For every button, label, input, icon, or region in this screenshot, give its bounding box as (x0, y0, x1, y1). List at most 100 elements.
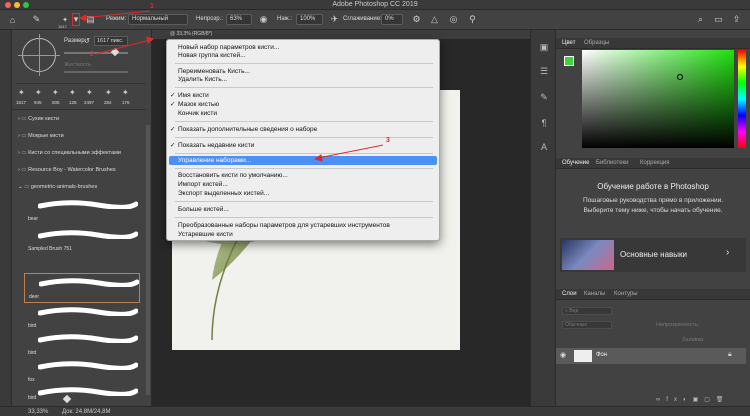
brush-settings-toggle-icon[interactable]: ▾ (72, 13, 80, 26)
menu-item-show-recent[interactable]: ✓ Показать недавние кисти (167, 141, 439, 150)
brush-item[interactable]: bear (24, 196, 144, 226)
tab-swatches[interactable]: Образцы (584, 40, 609, 46)
size-reset-icon[interactable]: ↺ (84, 37, 90, 45)
menu-item-more-brushes[interactable]: Больше кистей... (167, 205, 439, 214)
menu-item-new-group[interactable]: Новая группа кистей... (167, 51, 439, 60)
tab-libraries[interactable]: Библиотеки (596, 160, 629, 166)
smoothing-settings-icon[interactable]: ⚙ (410, 13, 423, 26)
tab-adjustments[interactable]: Коррекция (640, 160, 670, 166)
layer-opacity-label: Непрозрачность: (656, 322, 700, 328)
brush-group-row[interactable]: › ▭ Кисти со специальными эффектами (18, 150, 146, 161)
menu-item-legacy-tool-presets[interactable]: Преобразованные наборы параметров для ус… (167, 221, 439, 230)
color-picker-cursor[interactable] (677, 74, 683, 80)
menu-item-brush-name[interactable]: ✓ Имя кисти (167, 91, 439, 100)
foreground-swatch[interactable] (564, 56, 574, 66)
pressure-value: 100% (300, 16, 316, 22)
learn-card[interactable]: Основные навыки › (560, 238, 746, 272)
preset-thumb[interactable]: ✦ (69, 88, 76, 97)
color-picker-field[interactable] (582, 50, 734, 148)
tab-paths[interactable]: Контуры (614, 291, 638, 297)
menu-item-import[interactable]: Импорт кистей... (167, 180, 439, 189)
opacity-input[interactable]: 63% (226, 14, 252, 25)
preset-size: 284 (104, 100, 112, 105)
mode-select[interactable]: Нормальный (128, 14, 188, 25)
eye-icon[interactable]: ◉ (560, 351, 566, 359)
brush-group-row[interactable]: › ▭ Сухие кисти (18, 116, 146, 127)
checkmark-icon: ✓ (170, 142, 176, 149)
airbrush-icon[interactable]: ✈ (328, 13, 341, 26)
layer-row[interactable]: ◉ Фон 🔒︎ (556, 348, 746, 364)
preset-size: 2497 (84, 100, 95, 105)
menu-item-legacy-brushes[interactable]: Устаревшие кисти (167, 230, 439, 239)
opacity-value: 63% (230, 16, 243, 22)
brush-item[interactable]: bird (24, 383, 144, 402)
brush-settings-icon[interactable]: ✎ (538, 92, 550, 104)
menu-item-label: Удалить Кисть... (178, 76, 228, 83)
layer-filter-select[interactable]: ⌕ Вид (562, 307, 612, 315)
zoom-level[interactable]: 33,33% (28, 409, 48, 415)
brush-item[interactable]: bird (24, 303, 144, 333)
brush-list-scrollbar[interactable] (146, 125, 150, 395)
tab-layers[interactable]: Слои (562, 291, 577, 297)
brush-item[interactable]: Sampled Brush 751 (24, 226, 144, 256)
history-icon[interactable]: ▣ (538, 42, 550, 54)
checkmark-icon: ✓ (170, 126, 176, 133)
mode-value: Нормальный (132, 16, 169, 22)
tab-learn[interactable]: Обучение (562, 160, 589, 166)
menu-item-show-details[interactable]: ✓ Показать дополнительные сведения о набо… (167, 125, 439, 134)
brush-group-row[interactable]: ⌄ ▭ geometric-animals-brushes (18, 184, 146, 195)
learn-description: Пошаговые руководства прямо в приложении… (582, 197, 724, 214)
group-label: Сухие кисти (28, 116, 60, 122)
menu-item-brush-tip[interactable]: Кончик кисти (167, 109, 439, 118)
preset-thumb[interactable]: ✦ (18, 88, 25, 97)
menu-item-label: Переименовать Кисть... (178, 68, 250, 75)
symmetry-icon[interactable]: ⚲ (466, 13, 479, 26)
workspace-icon[interactable]: ▭ (712, 13, 725, 26)
tab-channels[interactable]: Каналы (584, 291, 605, 297)
opacity-pressure-icon[interactable]: ◉ (257, 13, 270, 26)
search-icon[interactable]: ⌕ (694, 13, 707, 26)
menu-item-preset-manager[interactable]: Управление наборами... (169, 156, 437, 165)
hue-slider[interactable] (738, 50, 746, 148)
character-icon[interactable]: A (538, 142, 550, 154)
smoothing-input[interactable]: 0% (381, 14, 403, 25)
preset-thumb[interactable]: ✦ (35, 88, 42, 97)
menu-item-restore-defaults[interactable]: Восстановить кисти по умолчанию... (167, 171, 439, 180)
pressure-size-icon[interactable]: ◎ (447, 13, 460, 26)
mode-label: Режим: (106, 16, 127, 22)
properties-icon[interactable]: ☰ (538, 66, 550, 78)
tab-color[interactable]: Цвет (562, 40, 575, 46)
smoothing-value: 0% (385, 16, 394, 22)
hardness-slider[interactable] (64, 71, 128, 73)
share-icon[interactable]: ⇪ (730, 13, 743, 26)
paragraph-icon[interactable]: ¶ (538, 118, 550, 130)
layer-kind-select[interactable]: Обычные (562, 321, 612, 329)
preset-thumb[interactable]: ✦ (122, 88, 129, 97)
preset-thumb[interactable]: ✦ (86, 88, 93, 97)
menu-item-delete[interactable]: Удалить Кисть... (167, 75, 439, 84)
preset-thumb[interactable]: ✦ (52, 88, 59, 97)
document-tab[interactable]: @ 33,3% (RGB/8*) (152, 30, 530, 39)
brush-stroke-preview (38, 230, 138, 239)
brush-group-row[interactable]: › ▭ Мокрые кисти (18, 133, 146, 144)
pressure-input[interactable]: 100% (296, 14, 323, 25)
brush-tool-icon[interactable]: ✎ (30, 13, 43, 26)
learn-panel-tabs: Обучение Библиотеки Коррекция (556, 158, 750, 169)
preset-thumb[interactable]: ✦ (105, 88, 112, 97)
menu-item-export[interactable]: Экспорт выделенных кистей... (167, 189, 439, 198)
brush-item[interactable]: bird (24, 330, 144, 360)
menu-item-label: Больше кистей... (178, 206, 229, 213)
brush-item-selected[interactable]: deer (24, 273, 140, 303)
brush-panel-toggle-icon[interactable]: ▤ (84, 13, 97, 26)
angle-icon[interactable]: △ (428, 13, 441, 26)
home-icon[interactable]: ⌂ (6, 13, 19, 26)
size-label: Размер: (64, 38, 87, 44)
brush-name: deer (29, 294, 40, 300)
smoothing-label: Сглаживание: (343, 16, 382, 22)
size-input[interactable]: 1617 пикс. (94, 36, 128, 46)
brush-group-row[interactable]: › ▭ Resource Boy - Watercolor Brushes (18, 167, 146, 178)
menu-item-brush-stroke[interactable]: ✓ Мазок кистью (167, 100, 439, 109)
brush-stroke-preview (39, 278, 139, 287)
menu-separator (175, 217, 433, 218)
size-slider-thumb[interactable] (110, 47, 120, 57)
